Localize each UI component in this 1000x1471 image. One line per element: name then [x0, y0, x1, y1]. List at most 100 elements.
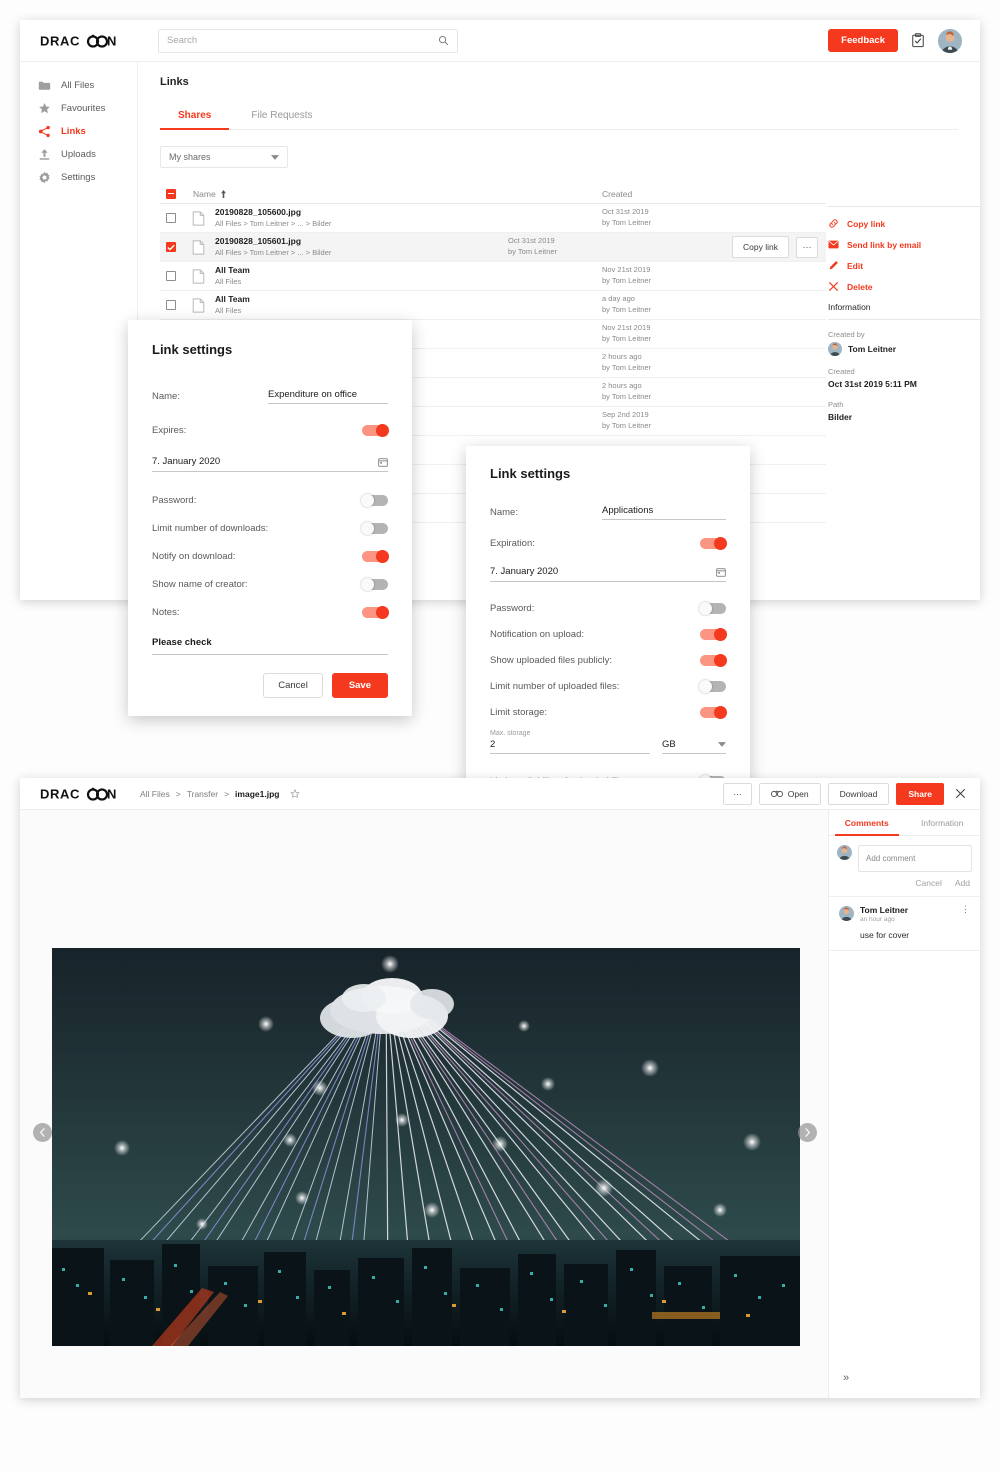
table-row[interactable]: 20190828_105601.jpg All Files > Tom Leit… — [160, 233, 826, 262]
next-image-button[interactable] — [798, 1123, 817, 1142]
max-storage-input[interactable]: 2 — [490, 739, 650, 754]
link-name-input[interactable]: Expenditure on office — [268, 389, 388, 404]
edit-action[interactable]: Edit — [828, 260, 980, 271]
row-created-date: Oct 31st 2019 — [602, 207, 649, 217]
chevron-down-icon — [718, 742, 726, 747]
share-icon — [38, 125, 50, 138]
notification-on-upload-toggle[interactable] — [700, 628, 727, 641]
tab-label: Information — [920, 818, 964, 828]
sidebar-item-label: Uploads — [61, 149, 96, 160]
star-outline-icon[interactable] — [290, 788, 301, 799]
share-button[interactable]: Share — [896, 782, 944, 805]
notes-input[interactable]: Please check — [152, 637, 388, 655]
notify-on-download-toggle[interactable] — [362, 550, 389, 563]
sidebar-item-all-files[interactable]: All Files — [20, 74, 137, 97]
download-button[interactable]: Download — [827, 782, 890, 805]
cancel-button[interactable]: Cancel — [263, 673, 323, 698]
table-row[interactable]: All Team All Files a day ago by Tom Leit… — [160, 291, 826, 320]
link-settings-dialog-share: Link settings Name: Expenditure on offic… — [128, 320, 412, 716]
calendar-icon[interactable] — [378, 457, 388, 467]
created-value: Oct 31st 2019 5:11 PM — [828, 379, 917, 389]
row-checkbox[interactable] — [166, 271, 176, 281]
notes-toggle[interactable] — [362, 606, 389, 619]
row-checkbox[interactable] — [166, 213, 176, 223]
svg-text:DRAC: DRAC — [40, 787, 80, 801]
file-preview-window: DRAC N All Files > Transfer > image1.jpg… — [20, 778, 980, 1398]
tab-file-requests[interactable]: File Requests — [233, 104, 330, 129]
sidebar-item-uploads[interactable]: Uploads — [20, 143, 137, 166]
breadcrumb-item-transfer[interactable]: Transfer — [187, 789, 218, 799]
more-options-button[interactable]: ··· — [723, 782, 752, 805]
limit-downloads-toggle[interactable] — [361, 522, 388, 535]
comment-cancel-button[interactable]: Cancel — [915, 878, 941, 888]
information-section-title: Information — [828, 302, 871, 312]
tab-shares[interactable]: Shares — [160, 104, 230, 130]
password-toggle[interactable] — [361, 494, 388, 507]
row-checkbox[interactable] — [166, 242, 176, 252]
close-preview-button[interactable] — [951, 785, 970, 802]
chevron-double-right-icon[interactable]: » — [843, 1372, 849, 1384]
screenshot-root: DRAC N Feedback — [0, 0, 1000, 1471]
save-button[interactable]: Save — [331, 673, 388, 698]
show-uploaded-publicly-toggle[interactable] — [700, 654, 727, 667]
expiry-date-field[interactable]: 7. January 2020 — [152, 456, 388, 472]
star-icon — [39, 102, 50, 114]
breadcrumb-item-all-files[interactable]: All Files — [140, 789, 170, 799]
tab-comments[interactable]: Comments — [829, 810, 905, 836]
divider — [829, 949, 980, 951]
tab-information[interactable]: Information — [905, 810, 981, 835]
table-row[interactable]: All Team All Files Nov 21st 2019 by Tom … — [160, 262, 826, 291]
select-all-checkbox[interactable] — [166, 188, 176, 199]
sidebar-item-links[interactable]: Links — [20, 120, 137, 143]
password-toggle[interactable] — [699, 602, 726, 615]
path-label: Path — [828, 400, 844, 409]
row-created-cell: a day ago by Tom Leitner — [602, 294, 826, 316]
delete-action[interactable]: Delete — [828, 281, 980, 292]
expiry-date-value: 7. January 2020 — [490, 566, 559, 577]
comment-text: use for cover — [860, 929, 910, 940]
dialog-actions: Cancel Save — [263, 673, 388, 698]
kebab-menu-icon[interactable]: ⋮ — [961, 905, 970, 914]
expires-toggle[interactable] — [362, 424, 389, 437]
column-header-created[interactable]: Created — [602, 189, 826, 199]
sidebar-item-favourites[interactable]: Favourites — [20, 97, 137, 120]
copy-link-button[interactable]: Copy link — [732, 236, 789, 258]
row-more-button[interactable]: ··· — [796, 236, 818, 258]
add-comment-input[interactable]: Add comment — [858, 845, 972, 872]
comment-add-button[interactable]: Add — [955, 878, 970, 888]
storage-unit-select[interactable]: GB — [662, 739, 726, 754]
breadcrumb-item-current: image1.jpg — [235, 788, 280, 799]
expiry-date-field[interactable]: 7. January 2020 — [490, 566, 726, 582]
expiration-toggle[interactable] — [700, 537, 727, 550]
open-button[interactable]: Open — [758, 782, 821, 805]
row-created-date: Nov 21st 2019 — [602, 323, 651, 333]
sidebar-item-settings[interactable]: Settings — [20, 166, 137, 189]
column-label: Name — [193, 188, 216, 199]
created-label: Created — [828, 367, 855, 376]
panel-footer: » — [829, 1358, 980, 1398]
max-storage-field[interactable]: Max. storage 2 — [490, 730, 650, 754]
row-file-name: 20190828_105601.jpg — [215, 236, 302, 247]
table-row[interactable]: 20190828_105600.jpg All Files > Tom Leit… — [160, 204, 826, 233]
shares-filter-value: My shares — [169, 152, 211, 162]
link-name-input[interactable]: Applications — [602, 505, 726, 520]
send-link-by-email-action[interactable]: Send link by email — [828, 239, 980, 250]
open-label: Open — [787, 788, 809, 799]
show-creator-toggle[interactable] — [361, 578, 388, 591]
show-creator-label: Show name of creator: — [152, 579, 248, 590]
svg-text:N: N — [107, 34, 117, 48]
sort-asc-icon — [220, 189, 226, 198]
row-checkbox[interactable] — [166, 300, 176, 310]
search-box[interactable] — [158, 28, 458, 53]
shares-filter-select[interactable]: My shares — [160, 146, 288, 168]
created-by-label: Created by — [828, 330, 865, 339]
avatar — [828, 342, 842, 356]
search-input[interactable] — [167, 35, 438, 46]
limit-uploaded-files-toggle[interactable] — [699, 680, 726, 693]
storage-unit-value: GB — [662, 739, 676, 750]
limit-storage-toggle[interactable] — [700, 706, 727, 719]
column-header-name[interactable]: Name — [193, 189, 227, 199]
previous-image-button[interactable] — [33, 1123, 52, 1142]
calendar-icon[interactable] — [716, 567, 726, 577]
copy-link-action[interactable]: Copy link — [828, 218, 980, 229]
